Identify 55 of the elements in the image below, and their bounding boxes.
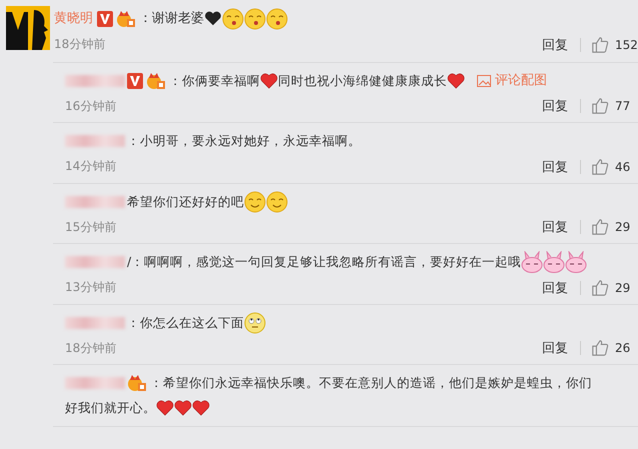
thumbs-up-icon[interactable] bbox=[591, 97, 609, 116]
like-count: 29 bbox=[615, 220, 630, 234]
bunny-emoji-icon bbox=[543, 251, 566, 274]
like-count: 152 bbox=[615, 38, 638, 52]
reply-link[interactable]: 回复 bbox=[542, 339, 568, 358]
bunny-emoji-icon bbox=[565, 251, 588, 274]
bunny-emoji-icon bbox=[521, 251, 544, 274]
timestamp: 15分钟前 bbox=[65, 218, 116, 236]
reply-link[interactable]: 回复 bbox=[542, 36, 568, 54]
heart-icon bbox=[192, 398, 210, 417]
timestamp: 18分钟前 bbox=[54, 36, 106, 54]
reply-text: ：你俩要幸福啊 bbox=[169, 72, 260, 90]
image-icon bbox=[477, 74, 491, 87]
blurred-name bbox=[65, 256, 125, 268]
kiss-emoji-icon bbox=[266, 8, 288, 30]
thumbs-up-icon[interactable] bbox=[591, 36, 609, 54]
heart-icon bbox=[204, 10, 222, 28]
blurred-name bbox=[65, 196, 125, 208]
blurred-name bbox=[65, 74, 125, 87]
thumbs-up-icon[interactable] bbox=[591, 158, 609, 176]
blurred-name bbox=[65, 377, 125, 390]
like-count: 46 bbox=[615, 160, 630, 174]
timestamp: 13分钟前 bbox=[65, 279, 116, 296]
timestamp: 18分钟前 bbox=[65, 340, 116, 357]
heart-icon bbox=[174, 398, 192, 417]
comment-text: ：谢谢老婆 bbox=[139, 11, 204, 26]
rolling-eyes-emoji-icon bbox=[244, 312, 266, 334]
blurred-name bbox=[65, 135, 125, 148]
reply-link[interactable]: 回复 bbox=[542, 218, 568, 236]
like-count: 29 bbox=[615, 280, 630, 295]
reply-text: /：啊啊啊，感觉这一句回复足够让我忽略所有谣言，要好好在一起哦 bbox=[127, 253, 522, 272]
timestamp: 14分钟前 bbox=[65, 158, 116, 176]
timestamp: 16分钟前 bbox=[65, 98, 116, 115]
smile-emoji-icon bbox=[266, 190, 288, 213]
reply-text: 同时也祝小海绵健健康康成长 bbox=[278, 72, 447, 90]
reply-text: ：希望你们永远幸福快乐噢。不要在意别人的造谣，他们是嫉妒是蝗虫，你们 bbox=[150, 374, 592, 392]
heart-icon bbox=[156, 398, 174, 417]
smile-emoji-icon bbox=[244, 190, 266, 213]
like-count: 26 bbox=[615, 341, 630, 356]
thumbs-up-icon[interactable] bbox=[591, 339, 609, 358]
reply-text: ：你怎么在这么下面 bbox=[127, 314, 244, 332]
reply-text: 希望你们还好好的吧 bbox=[127, 192, 244, 211]
heart-icon bbox=[447, 72, 465, 90]
heart-icon bbox=[260, 72, 278, 90]
thumbs-up-icon[interactable] bbox=[591, 218, 609, 236]
reply-text: 好我们就开心。 bbox=[65, 398, 156, 417]
blurred-name bbox=[65, 316, 125, 329]
kiss-emoji-icon bbox=[244, 8, 266, 30]
thumbs-up-icon[interactable] bbox=[591, 278, 609, 297]
like-count: 77 bbox=[615, 99, 630, 114]
reply-link[interactable]: 回复 bbox=[542, 278, 568, 297]
reply-link[interactable]: 回复 bbox=[542, 97, 568, 116]
reply-text: ：小明哥，要永远对她好，永远幸福啊。 bbox=[127, 132, 361, 150]
kiss-emoji-icon bbox=[222, 8, 244, 30]
reply-link[interactable]: 回复 bbox=[542, 158, 568, 176]
